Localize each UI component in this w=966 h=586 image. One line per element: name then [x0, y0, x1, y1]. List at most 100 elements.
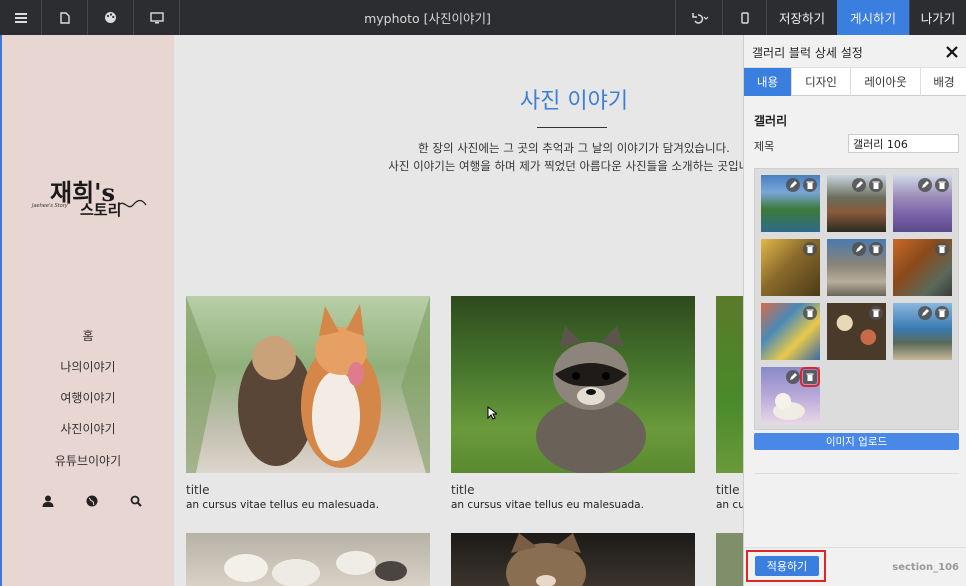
card-desc-1: an cursus vitae tellus eu malesuada. — [186, 499, 379, 511]
intro-line-2: 사진 이야기는 여행을 하며 제가 찍었던 아름다운 사진들을 소개하는 곳입니… — [388, 159, 743, 173]
apply-highlight: 적용하기 — [746, 550, 826, 582]
top-toolbar: myphoto [사진이야기] 저장하기 게시하기 나가기 — [0, 0, 966, 35]
panel-title: 갤러리 블럭 상세 설정 — [752, 46, 863, 60]
close-icon — [946, 46, 958, 58]
nav-item-youtube[interactable]: 유튜브이야기 — [2, 452, 174, 469]
undo-button[interactable] — [675, 0, 723, 35]
edit-icon[interactable] — [786, 178, 800, 192]
trash-icon[interactable] — [935, 242, 949, 256]
nav-item-photo[interactable]: 사진이야기 — [2, 420, 174, 437]
trash-icon[interactable] — [800, 367, 820, 387]
palette-icon — [105, 12, 116, 23]
edit-icon[interactable] — [918, 178, 932, 192]
gallery-section-label: 갤러리 — [754, 114, 788, 128]
panel-tabs: 내용 디자인 레이아웃 배경 — [744, 68, 966, 96]
thumbnail-10[interactable] — [761, 367, 820, 424]
trash-icon[interactable] — [935, 306, 949, 320]
trash-icon[interactable] — [803, 178, 817, 192]
card-image-raccoon[interactable] — [451, 296, 695, 473]
trash-icon[interactable] — [869, 242, 883, 256]
save-button[interactable]: 저장하기 — [767, 0, 837, 35]
mobile-icon — [740, 11, 749, 24]
page-button[interactable] — [42, 0, 88, 35]
desktop-view-button[interactable] — [134, 0, 180, 35]
thumbnail-8[interactable] — [827, 303, 886, 360]
site-sidebar: 재희's Jaehee's Story 스토리 홈 나의이야기 여행이야기 사진… — [2, 35, 174, 586]
logo-swirl-icon — [118, 199, 147, 208]
dogs-photo — [186, 296, 430, 473]
close-button[interactable] — [946, 41, 958, 62]
thumbnail-6[interactable] — [893, 239, 952, 296]
thumbnail-2[interactable] — [827, 175, 886, 232]
panel-footer: 적용하기 section_106 — [744, 547, 966, 586]
monitor-icon — [149, 11, 164, 23]
upload-image-button[interactable]: 이미지 업로드 — [754, 433, 959, 450]
card-title-3: title — [716, 483, 740, 497]
card-image-sheep[interactable] — [186, 533, 430, 586]
trash-icon[interactable] — [869, 178, 883, 192]
title-divider — [537, 127, 607, 128]
card-image-cat[interactable] — [451, 533, 695, 586]
tab-background[interactable]: 배경 — [921, 68, 966, 96]
gallery-thumbnails — [754, 168, 959, 430]
exit-button[interactable]: 나가기 — [909, 0, 966, 35]
settings-panel: 갤러리 블럭 상세 설정 내용 디자인 레이아웃 배경 갤러리 제목 갤러리 1… — [743, 35, 966, 586]
trash-icon[interactable] — [935, 178, 949, 192]
trash-icon[interactable] — [803, 306, 817, 320]
document-title: myphoto [사진이야기] — [364, 11, 491, 26]
title-field-label: 제목 — [754, 140, 775, 153]
page-canvas: 재희's Jaehee's Story 스토리 홈 나의이야기 여행이야기 사진… — [0, 35, 743, 586]
card-image-6[interactable] — [716, 533, 743, 586]
card-image-dogs[interactable] — [186, 296, 430, 473]
design-button[interactable] — [88, 0, 134, 35]
edit-icon[interactable] — [852, 178, 866, 192]
intro-line-1: 한 장의 사진에는 그 곳의 추억과 그 날의 이야기가 담겨있습니다. — [418, 141, 730, 155]
section-title: 사진 이야기 — [519, 89, 629, 114]
logo-sub: 스토리 — [80, 201, 122, 219]
sidebar-icon-row — [42, 495, 142, 515]
tab-layout[interactable]: 레이아웃 — [851, 68, 921, 96]
nav-item-home[interactable]: 홈 — [2, 327, 174, 344]
edit-icon[interactable] — [786, 370, 800, 384]
cursor-icon — [487, 406, 497, 420]
globe-icon[interactable] — [86, 495, 98, 507]
search-icon[interactable] — [130, 495, 142, 507]
logo-small: Jaehee's Story — [32, 203, 68, 209]
card-desc-3: an cursus vitae tellus eu malesuada. — [716, 499, 743, 511]
sheep-photo — [224, 551, 407, 586]
apply-button[interactable]: 적용하기 — [755, 556, 819, 576]
trash-icon[interactable] — [803, 242, 817, 256]
menu-button[interactable] — [0, 0, 42, 35]
card-title-2: title — [451, 483, 475, 497]
card-image-3[interactable] — [716, 296, 743, 473]
raccoon-photo — [536, 326, 646, 473]
panel-header: 갤러리 블럭 상세 설정 — [744, 35, 966, 68]
tab-design[interactable]: 디자인 — [792, 68, 851, 96]
thumbnail-3[interactable] — [893, 175, 952, 232]
thumbnail-7[interactable] — [761, 303, 820, 360]
thumbnail-4[interactable] — [761, 239, 820, 296]
trash-icon[interactable] — [869, 306, 883, 320]
undo-icon — [692, 12, 709, 24]
title-field[interactable] — [848, 134, 959, 153]
edit-icon[interactable] — [918, 306, 932, 320]
thumbnail-5[interactable] — [827, 239, 886, 296]
nav-item-travel[interactable]: 여행이야기 — [2, 389, 174, 406]
menu-icon — [14, 12, 27, 23]
panel-divider — [754, 473, 959, 474]
card-desc-2: an cursus vitae tellus eu malesuada. — [451, 499, 644, 511]
card-title-1: title — [186, 483, 210, 497]
tab-content[interactable]: 내용 — [744, 68, 792, 96]
publish-button[interactable]: 게시하기 — [837, 0, 909, 35]
thumbnail-1[interactable] — [761, 175, 820, 232]
thumbnail-9[interactable] — [893, 303, 952, 360]
section-id-label: section_106 — [892, 562, 959, 573]
site-logo[interactable]: 재희's Jaehee's Story 스토리 — [32, 173, 152, 233]
edit-icon[interactable] — [852, 242, 866, 256]
page-icon — [59, 11, 70, 24]
gallery-section[interactable]: 사진 이야기 한 장의 사진에는 그 곳의 추억과 그 날의 이야기가 담겨있습… — [174, 35, 743, 586]
nav-item-my-story[interactable]: 나의이야기 — [2, 358, 174, 375]
mobile-view-button[interactable] — [723, 0, 767, 35]
cat-photo — [506, 533, 586, 586]
user-icon[interactable] — [42, 495, 54, 507]
